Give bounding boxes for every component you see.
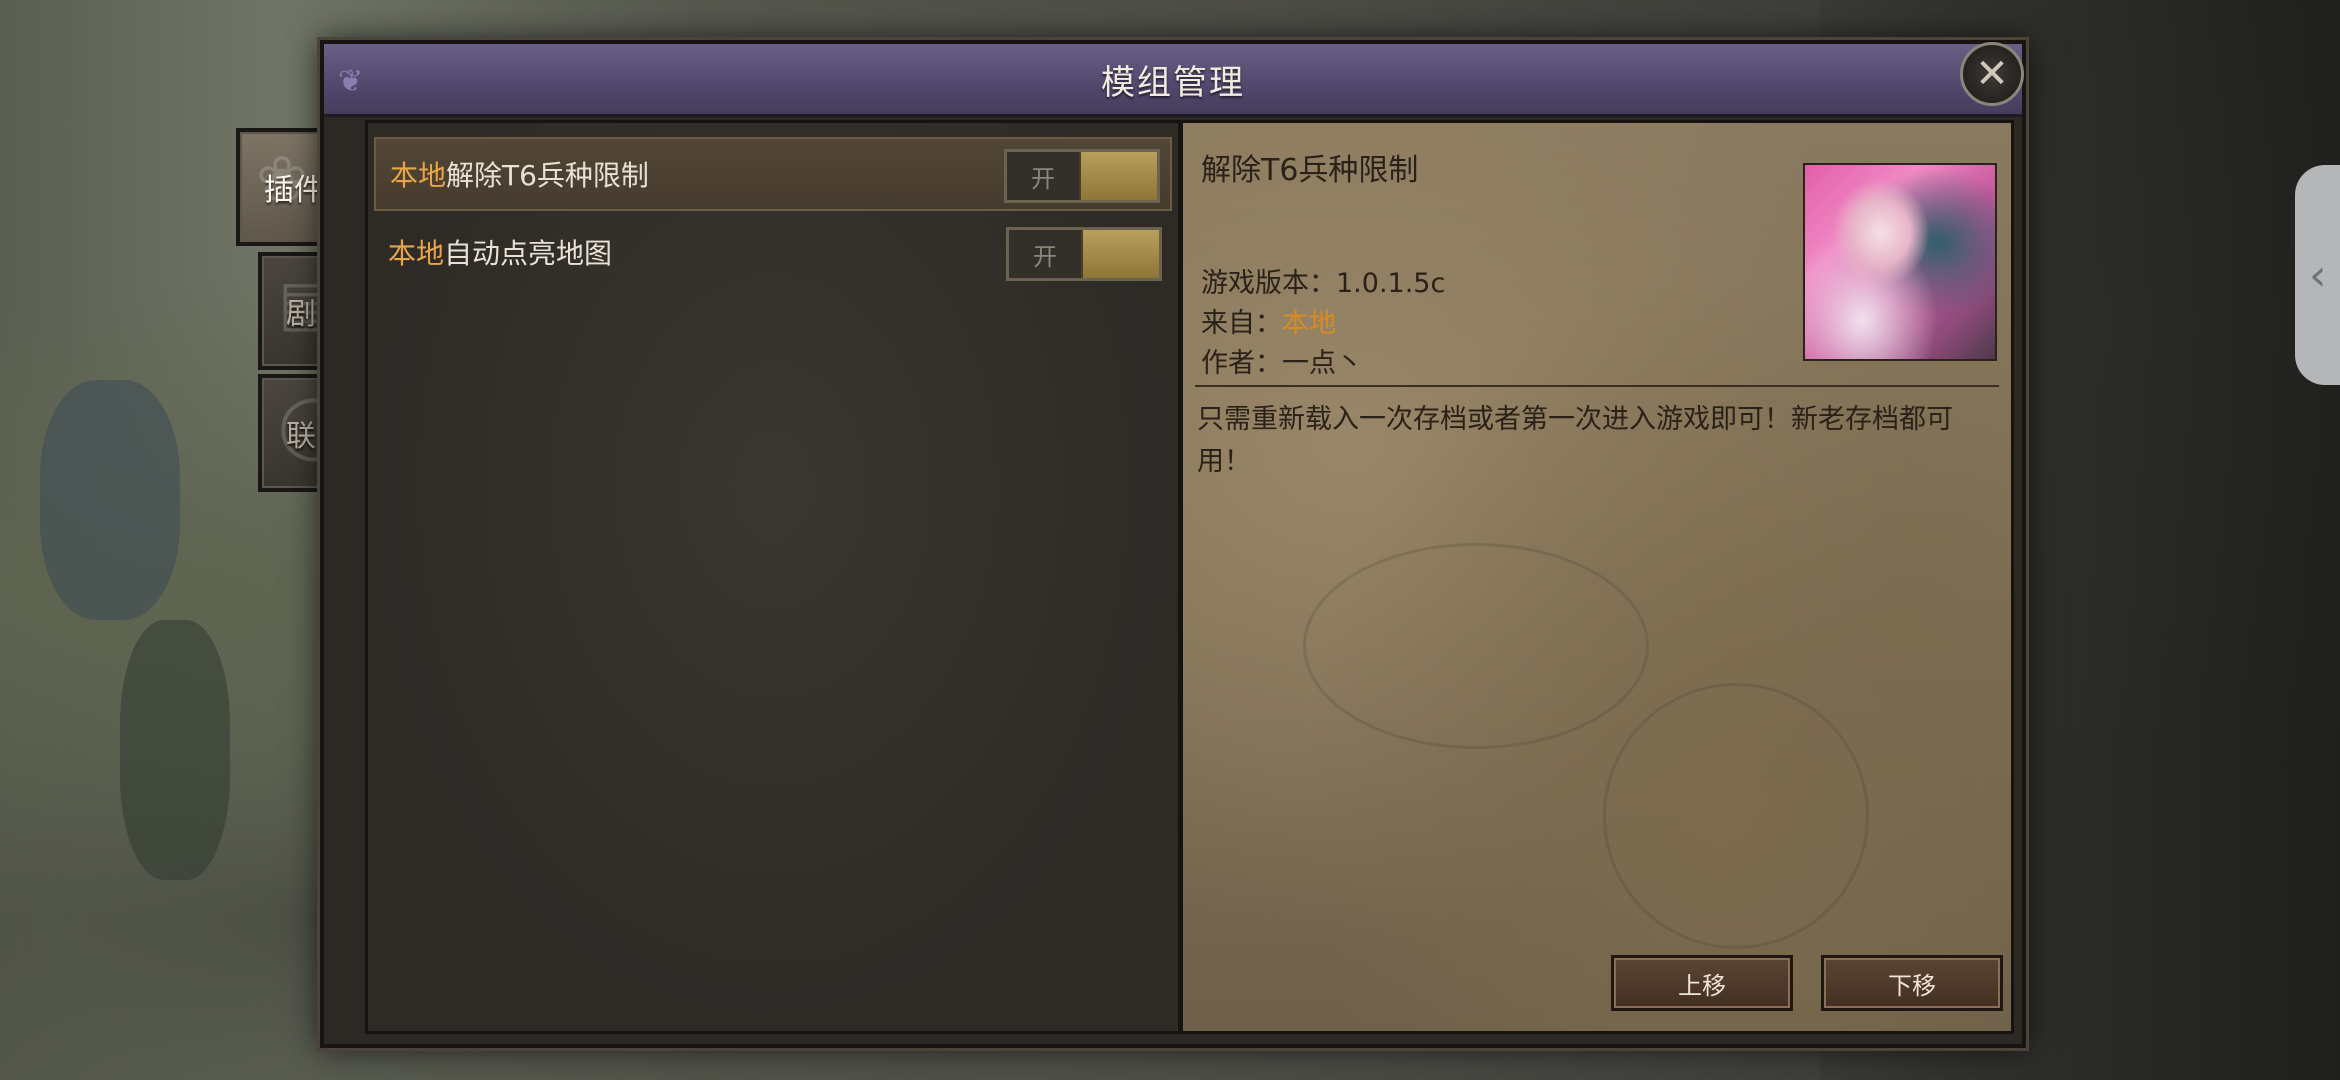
version-label: 游戏版本： xyxy=(1201,268,1336,299)
version-value: 1.0.1.5c xyxy=(1336,268,1446,299)
chevron-left-icon: ‹ xyxy=(2309,249,2327,301)
mod-source: 本地 xyxy=(388,237,445,270)
mod-toggle[interactable]: 开 xyxy=(1006,227,1162,281)
dialog-title: 模组管理 xyxy=(1101,62,1245,103)
toggle-knob xyxy=(1079,152,1157,200)
edge-pull-handle[interactable]: ‹ xyxy=(2295,165,2340,385)
version-row: 游戏版本：1.0.1.5c xyxy=(1201,261,1445,300)
source-value: 本地 xyxy=(1282,308,1336,339)
ornament-left-icon: ❦ xyxy=(338,64,364,99)
author-value: 一点丶 xyxy=(1282,348,1363,379)
mod-toggle[interactable]: 开 xyxy=(1004,149,1160,203)
detail-title: 解除T6兵种限制 xyxy=(1201,153,1419,188)
toggle-label: 开 xyxy=(1009,230,1081,278)
mod-name: 自动点亮地图 xyxy=(444,237,613,270)
toggle-knob xyxy=(1081,230,1159,278)
mod-list-item[interactable]: 本地 解除T6兵种限制 开 xyxy=(374,137,1172,211)
close-icon: ✕ xyxy=(1975,51,2009,97)
toggle-label: 开 xyxy=(1007,152,1079,200)
author-label: 作者： xyxy=(1201,348,1282,379)
mod-source: 本地 xyxy=(390,159,447,192)
background-figure xyxy=(120,620,230,880)
move-up-button[interactable]: 上移 xyxy=(1611,955,1793,1011)
divider xyxy=(1195,385,1999,387)
background-sketch xyxy=(1603,683,1869,949)
title-bar: ❦ 模组管理 ❧ xyxy=(324,44,2022,117)
mod-list: 本地 解除T6兵种限制 开 本地 自动点亮地图 开 xyxy=(365,120,1181,1034)
background-figure xyxy=(40,380,180,620)
move-down-button[interactable]: 下移 xyxy=(1821,955,2003,1011)
mod-name: 解除T6兵种限制 xyxy=(446,159,649,192)
mod-list-item[interactable]: 本地 自动点亮地图 开 xyxy=(374,217,1172,287)
close-button[interactable]: ✕ xyxy=(1960,42,2024,106)
source-row: 来自：本地 xyxy=(1201,301,1336,340)
background-sketch xyxy=(1303,543,1649,749)
author-row: 作者：一点丶 xyxy=(1201,341,1363,380)
mod-detail-panel: 解除T6兵种限制 游戏版本：1.0.1.5c 来自：本地 作者：一点丶 只需重新… xyxy=(1180,120,2014,1034)
mod-thumbnail xyxy=(1803,163,1997,361)
mod-description: 只需重新载入一次存档或者第一次进入游戏即可！新老存档都可用！ xyxy=(1197,404,1953,477)
source-label: 来自： xyxy=(1201,308,1282,339)
